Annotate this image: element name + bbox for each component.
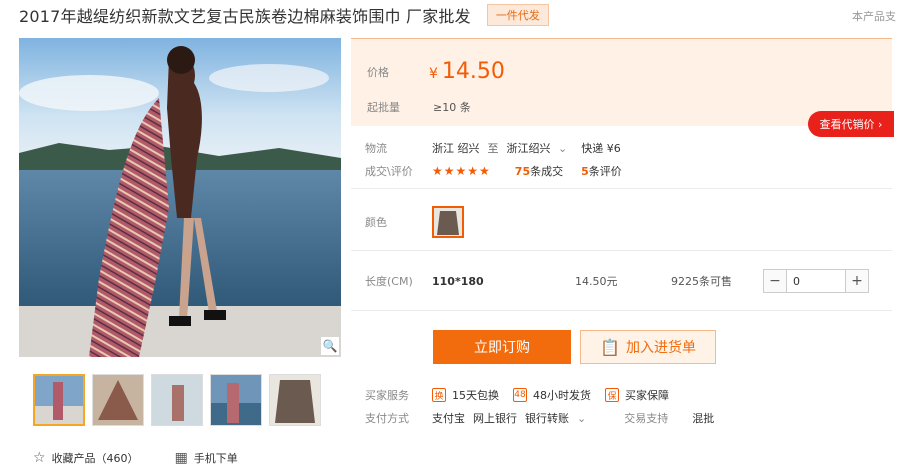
color-swatch[interactable] <box>432 206 464 238</box>
thumbnail-3[interactable] <box>151 374 203 426</box>
shipping-label: 物流 <box>365 142 387 155</box>
trade-support-value: 混批 <box>692 412 715 425</box>
reviews-count[interactable]: 5条评价 <box>581 163 622 179</box>
thumbnail-5[interactable] <box>269 374 321 426</box>
ship-from: 浙江 绍兴 <box>432 142 480 155</box>
favorite-label: 收藏产品（460） <box>51 452 139 465</box>
quantity-stepper: − 0 + <box>763 269 869 293</box>
ship-to-select[interactable]: 浙江绍兴 ⌄ <box>507 140 568 156</box>
price-label: 价格 <box>367 65 389 79</box>
add-to-cart-button[interactable]: 📋 加入进货单 <box>580 330 716 364</box>
color-row: 颜色 <box>365 206 464 238</box>
mobile-order-label: 手机下单 <box>193 452 238 465</box>
services-label: 买家服务 <box>365 389 409 402</box>
payment-label: 支付方式 <box>365 412 409 425</box>
moq-value: ≥10 条 <box>433 101 471 114</box>
length-label: 长度(CM) <box>365 275 413 288</box>
moq-row: 起批量 ≥10 条 <box>367 99 471 115</box>
favorite-button[interactable]: ☆ 收藏产品（460） <box>33 450 139 466</box>
ship-to-word: 至 <box>487 142 499 155</box>
service-guarantee[interactable]: 保买家保障 <box>605 387 669 403</box>
add-to-cart-label: 加入进货单 <box>625 340 696 356</box>
trade-support-label: 交易支持 <box>624 412 669 425</box>
buy-now-button[interactable]: 立即订购 <box>433 330 571 364</box>
clock-icon: 48 <box>513 388 527 402</box>
exchange-icon: 换 <box>432 388 446 402</box>
deals-count[interactable]: 75条成交 <box>515 163 563 179</box>
quantity-input[interactable]: 0 <box>786 270 846 292</box>
plus-button[interactable]: + <box>846 270 868 292</box>
sku-stock: 9225条可售 <box>671 275 732 288</box>
main-product-image[interactable]: 🔍 <box>19 38 341 357</box>
dropship-badge[interactable]: 一件代发 <box>486 4 549 26</box>
divider <box>351 250 892 251</box>
agent-price-button[interactable]: 查看代销价 › <box>808 111 894 137</box>
chevron-down-icon[interactable]: ⌄ <box>577 412 586 425</box>
star-outline-icon: ☆ <box>33 450 46 466</box>
service-48h-ship[interactable]: 48 48小时发货 <box>513 387 591 403</box>
minus-button[interactable]: − <box>764 270 786 292</box>
shield-icon: 保 <box>605 388 619 402</box>
moq-label: 起批量 <box>367 101 400 114</box>
divider <box>351 310 892 311</box>
product-title: 2017年越缇纺织新款文艺复古民族卷边棉麻装饰围巾 厂家批发 <box>19 7 471 26</box>
service-exchange[interactable]: 换 15天包换 <box>432 387 499 403</box>
bottom-actions: ☆ 收藏产品（460） ▦ 手机下单 <box>33 450 274 466</box>
title-row: 2017年越缇纺织新款文艺复古民族卷边棉麻装饰围巾 厂家批发 一件代发 <box>19 0 549 30</box>
qr-code-icon: ▦ <box>174 450 188 466</box>
chevron-down-icon: ⌄ <box>558 142 568 155</box>
ship-method: 快递 ¥6 <box>581 142 621 155</box>
sales-row: 成交\评价 ★★★★★ 75条成交 5条评价 <box>365 163 622 179</box>
mobile-order-button[interactable]: ▦ 手机下单 <box>175 450 238 466</box>
color-label: 颜色 <box>365 216 387 229</box>
sku-size: 110*180 <box>432 274 484 288</box>
clipboard-icon: 📋 <box>600 337 620 357</box>
shipping-row: 物流 浙江 绍兴 至 浙江绍兴 ⌄ 快递 ¥6 <box>365 140 621 156</box>
zoom-icon[interactable]: 🔍 <box>321 337 339 355</box>
corner-note: 本产品支 <box>852 10 896 23</box>
price-row: 价格 ¥14.50 <box>367 59 505 84</box>
product-info-panel: 价格 ¥14.50 起批量 ≥10 条 查看代销价 › 物流 浙江 绍兴 至 浙… <box>351 38 894 425</box>
price-box: 价格 ¥14.50 起批量 ≥10 条 <box>351 38 892 126</box>
sku-price: 14.50元 <box>575 275 618 288</box>
payment-row: 支付方式 支付宝 网上银行 银行转账 ⌄ 交易支持 混批 <box>365 410 714 426</box>
rating-stars: ★★★★★ <box>432 164 491 178</box>
thumbnail-2[interactable] <box>92 374 144 426</box>
thumbnail-4[interactable] <box>210 374 262 426</box>
services-row: 买家服务 换 15天包换 48 48小时发货 保买家保障 <box>365 387 683 403</box>
pay-method-netbank: 网上银行 <box>473 412 517 425</box>
sales-label: 成交\评价 <box>365 165 413 178</box>
thumbnail-strip <box>33 374 328 426</box>
thumbnail-1[interactable] <box>33 374 85 426</box>
divider <box>351 188 892 189</box>
pay-method-transfer: 银行转账 <box>525 412 569 425</box>
pay-method-alipay: 支付宝 <box>432 412 465 425</box>
sku-row: 长度(CM) 110*180 14.50元 9225条可售 − 0 + <box>365 266 889 296</box>
price-value: ¥14.50 <box>429 59 505 84</box>
